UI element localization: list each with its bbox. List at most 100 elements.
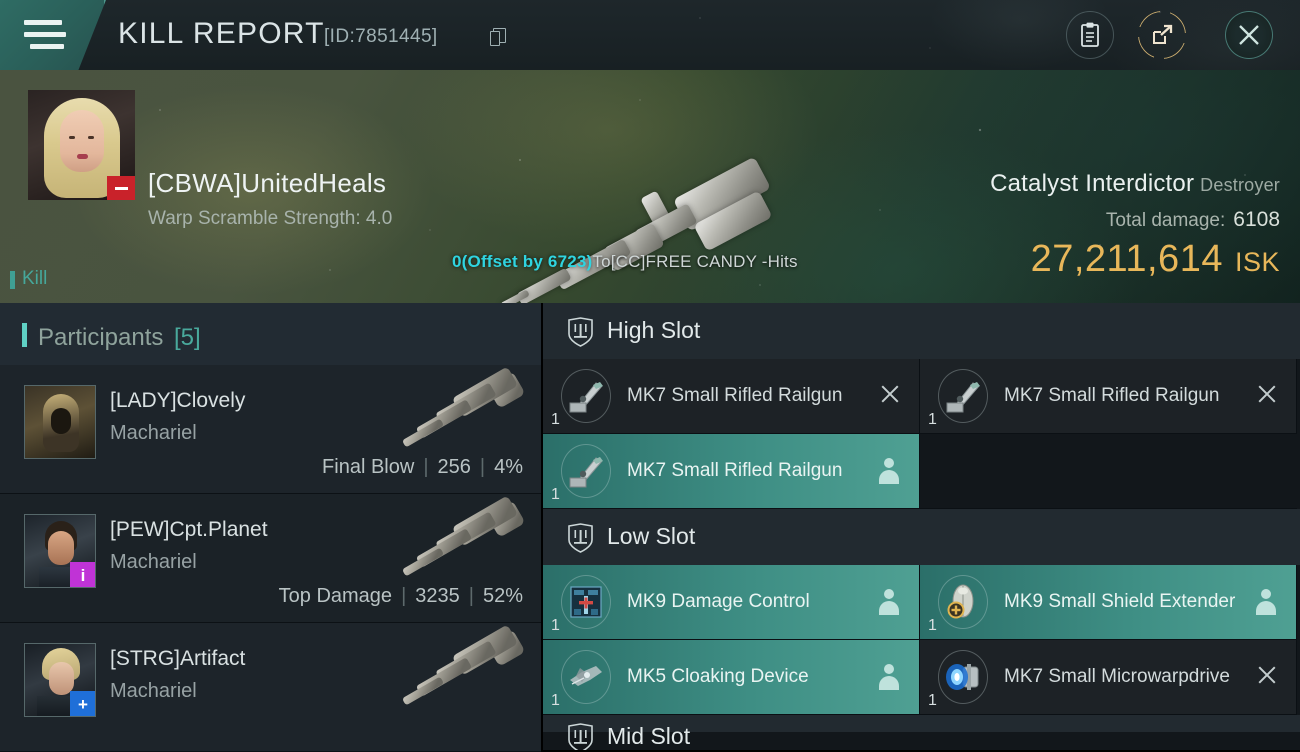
module-name: MK7 Small Rifled Railgun [627, 385, 843, 407]
module-name: MK5 Cloaking Device [627, 666, 809, 688]
section-title: Mid Slot [607, 723, 691, 749]
participant-portrait [25, 386, 95, 458]
module-name: MK7 Small Microwarpdrive [1004, 666, 1230, 688]
stat-percent: 4% [494, 456, 523, 478]
participants-header: Participants [5] [0, 303, 541, 365]
module-slot[interactable]: 1 MK7 Small Rifled Railgun [543, 434, 920, 509]
portrait-eye-left [68, 136, 75, 139]
close-x-icon [1226, 12, 1272, 58]
participants-panel: Participants [5] [LADY]Clovely Machariel… [0, 303, 543, 752]
destroyed-x-icon[interactable] [1256, 664, 1280, 690]
header-accent-bar [22, 323, 27, 347]
section-header-low-slot: Low Slot [543, 509, 1300, 565]
participant-badge: i [70, 562, 95, 587]
ship-type: Catalyst Interdictor Destroyer [990, 170, 1280, 198]
damage-control-icon [557, 573, 615, 631]
share-external-link-icon [1138, 11, 1186, 59]
module-slot[interactable]: 1 MK7 Small Rifled Railgun [543, 359, 920, 434]
destroyed-x-icon[interactable] [1256, 383, 1280, 409]
portrait-face [59, 110, 104, 172]
module-slot-empty [920, 434, 1297, 509]
victim-ship-render [500, 156, 800, 303]
looted-person-icon[interactable] [879, 589, 903, 615]
section-title: High Slot [607, 317, 701, 343]
offset-target: To[CC]FREE CANDY -Hits [592, 252, 798, 271]
isk-amount: 27,211,614 [1030, 238, 1223, 280]
offset-value: 0(Offset by 6723) [452, 252, 593, 271]
looted-person-icon[interactable] [879, 458, 903, 484]
portrait-eye-right [87, 136, 94, 139]
microwarpdrive-icon [934, 648, 992, 706]
participant-ship: Machariel [110, 551, 197, 573]
kill-tag: Kill [9, 268, 48, 289]
section-title: Low Slot [607, 523, 696, 549]
avatar[interactable] [24, 385, 96, 459]
share-button[interactable] [1138, 11, 1186, 59]
isk-unit: ISK [1234, 247, 1280, 277]
participant-name: [PEW]Cpt.Planet [110, 518, 268, 541]
clipboard-icon [1067, 12, 1113, 58]
participant-stats: Top Damage | 3235 | 52% [278, 585, 523, 607]
module-quantity: 1 [928, 692, 937, 709]
total-damage: Total damage: 6108 [1106, 208, 1280, 232]
close-button[interactable] [1225, 11, 1273, 59]
module-slot[interactable]: 1 MK7 Small Rifled Railgun [920, 359, 1297, 434]
title-bar: KILL REPORT [ID:7851445] [0, 0, 1300, 70]
participant-row[interactable]: i [PEW]Cpt.Planet Machariel Top Damage | 3… [0, 494, 541, 623]
module-quantity: 1 [551, 486, 560, 503]
participant-name: [LADY]Clovely [110, 389, 246, 412]
looted-person-icon[interactable] [879, 664, 903, 690]
stat-label: Top Damage [278, 585, 393, 607]
module-name: MK7 Small Rifled Railgun [1004, 385, 1220, 407]
participant-row[interactable]: + [STRG]Artifact Machariel [0, 623, 541, 752]
participant-row[interactable]: [LADY]Clovely Machariel Final Blow | 256 | 4… [0, 365, 541, 494]
kill-report-id: [ID:7851445] [324, 26, 438, 47]
stat-label: Final Blow [322, 456, 415, 478]
fitting-panel: High Slot 1 MK7 Small Rifled Railgun 1 M… [543, 303, 1300, 750]
shield-slot-icon [567, 317, 594, 347]
shield-slot-icon [567, 523, 594, 553]
victim-avatar[interactable] [28, 90, 135, 200]
destroyed-x-icon[interactable] [879, 383, 903, 409]
clipboard-button[interactable] [1066, 11, 1114, 59]
portrait-lips [76, 154, 88, 159]
isk-value: 27,211,614 ISK [1031, 238, 1280, 281]
participant-ship: Machariel [110, 680, 197, 702]
module-slot[interactable]: 1 MK9 Damage Control [543, 565, 920, 640]
total-damage-label: Total damage: [1105, 210, 1226, 231]
railgun-turret-icon [934, 367, 992, 425]
ship-type-name: Catalyst Interdictor [990, 170, 1195, 197]
avatar[interactable]: i [24, 514, 96, 588]
participant-ship-render [401, 624, 531, 719]
participant-ship: Machariel [110, 422, 197, 444]
avatar[interactable]: + [24, 643, 96, 717]
stat-damage: 3235 [415, 585, 460, 607]
module-name: MK7 Small Rifled Railgun [627, 460, 843, 482]
participant-ship-render [401, 495, 531, 590]
page-title: KILL REPORT [118, 17, 325, 50]
module-slot[interactable]: 1 MK7 Small Microwarpdrive [920, 640, 1297, 715]
module-slot[interactable]: 1 MK9 Small Shield Extender [920, 565, 1297, 640]
looted-person-icon[interactable] [1256, 589, 1280, 615]
hamburger-menu-icon[interactable] [24, 20, 66, 50]
module-quantity: 1 [551, 692, 560, 709]
stat-percent: 52% [482, 585, 523, 607]
cloaking-device-icon [557, 648, 615, 706]
ship-class: Destroyer [1200, 175, 1280, 195]
module-quantity: 1 [551, 411, 560, 428]
victim-status-badge [107, 176, 135, 200]
railgun-turret-icon [557, 367, 615, 425]
total-damage-value: 6108 [1233, 208, 1280, 231]
module-name: MK9 Damage Control [627, 591, 810, 613]
shield-slot-icon [567, 723, 594, 750]
module-name: MK9 Small Shield Extender [1004, 591, 1236, 613]
module-slot[interactable]: 1 MK5 Cloaking Device [543, 640, 920, 715]
participants-count: [5] [174, 324, 201, 351]
high-slot-grid: 1 MK7 Small Rifled Railgun 1 MK7 Small R… [543, 359, 1300, 509]
participant-stats: Final Blow | 256 | 4% [322, 456, 523, 478]
copy-icon[interactable] [490, 28, 506, 46]
victim-name: [CBWA]UnitedHeals [148, 168, 387, 198]
participants-title: Participants [38, 324, 164, 351]
damage-offset-overlay: 0(Offset by 6723)To[CC]FREE CANDY -Hits [452, 252, 798, 272]
module-quantity: 1 [551, 617, 560, 634]
